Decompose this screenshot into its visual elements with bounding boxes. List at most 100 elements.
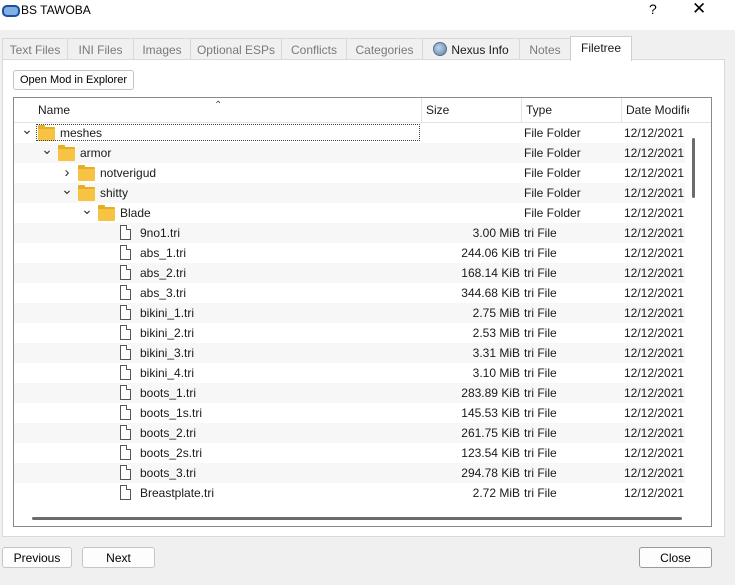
item-name: bikini_1.tri <box>140 306 195 320</box>
selection-focus-rect <box>36 124 420 141</box>
previous-button[interactable]: Previous <box>2 547 72 568</box>
tree-row-file[interactable]: boots_3.tri 294.78 KiB tri File 12/12/2021 <box>14 463 685 483</box>
item-name: notverigud <box>100 166 157 180</box>
type-cell: tri File <box>524 246 557 260</box>
column-header-size[interactable]: Size <box>422 98 522 122</box>
tab-label: Notes <box>529 43 561 57</box>
tree-row-file[interactable]: boots_2s.tri 123.54 KiB tri File 12/12/2021 <box>14 443 685 463</box>
chevron-right-icon[interactable]: › <box>60 163 74 183</box>
tab-filetree[interactable]: Filetree <box>570 36 632 61</box>
tree-row-file[interactable]: boots_1.tri 283.89 KiB tri File 12/12/2021 <box>14 383 685 403</box>
window-close-button[interactable]: ✕ <box>692 0 706 19</box>
filetree-panel: Open Mod in Explorer Name ⌃ Size Type Da… <box>2 59 725 537</box>
tab-label: Optional ESPs <box>196 43 276 57</box>
item-name: boots_1s.tri <box>140 406 203 420</box>
item-name: boots_2s.tri <box>140 446 203 460</box>
tree-row-file[interactable]: abs_3.tri 344.68 KiB tri File 12/12/2021 <box>14 283 685 303</box>
tab-ini-files[interactable]: INI Files <box>67 38 134 60</box>
date-cell: 12/12/2021 <box>624 426 685 440</box>
size-cell <box>422 143 520 163</box>
tree-row-file[interactable]: Breastplate.tri 2.72 MiB tri File 12/12/202… <box>14 483 685 503</box>
column-header-type[interactable]: Type <box>522 98 622 122</box>
chevron-down-icon[interactable]: ⌄ <box>80 203 94 219</box>
date-cell: 12/12/2021 <box>624 226 685 240</box>
file-icon <box>120 345 131 360</box>
size-cell <box>422 123 520 143</box>
window-title: BS TAWOBA <box>21 3 91 17</box>
name-cell: boots_1.tri <box>14 383 420 403</box>
tab-optional-esps[interactable]: Optional ESPs <box>190 38 282 60</box>
type-cell: tri File <box>524 286 557 300</box>
size-cell: 294.78 KiB <box>461 466 520 480</box>
tree-row-file[interactable]: abs_2.tri 168.14 KiB tri File 12/12/2021 <box>14 263 685 283</box>
item-name: Blade <box>120 206 151 220</box>
date-cell: 12/12/2021 <box>624 486 685 500</box>
size-cell: 123.54 KiB <box>461 446 520 460</box>
type-cell: tri File <box>524 366 557 380</box>
help-button[interactable]: ? <box>649 1 657 17</box>
tab-images[interactable]: Images <box>133 38 191 60</box>
tab-nexus-info[interactable]: Nexus Info <box>422 38 520 60</box>
folder-icon <box>98 205 115 221</box>
tab-label: INI Files <box>78 43 123 57</box>
size-cell: 244.06 KiB <box>461 246 520 260</box>
item-name: boots_2.tri <box>140 426 197 440</box>
item-name: abs_2.tri <box>140 266 187 280</box>
date-cell: 12/12/2021 <box>624 406 685 420</box>
horizontal-scrollbar[interactable] <box>14 511 711 526</box>
globe-icon <box>433 42 448 56</box>
date-cell: 12/12/2021 <box>624 366 685 380</box>
tab-notes[interactable]: Notes <box>519 38 571 60</box>
tree-row-file[interactable]: bikini_4.tri 3.10 MiB tri File 12/12/2021 <box>14 363 685 383</box>
item-name: shitty <box>100 186 129 200</box>
tab-categories[interactable]: Categories <box>346 38 423 60</box>
name-cell: bikini_4.tri <box>14 363 420 383</box>
column-date-label: Date Modified <box>626 103 689 117</box>
item-name: bikini_4.tri <box>140 366 195 380</box>
tree-row-file[interactable]: abs_1.tri 244.06 KiB tri File 12/12/2021 <box>14 243 685 263</box>
type-cell: tri File <box>524 306 557 320</box>
tree-row-file[interactable]: 9no1.tri 3.00 MiB tri File 12/12/2021 <box>14 223 685 243</box>
item-name: abs_1.tri <box>140 246 187 260</box>
tab-label: Filetree <box>580 41 621 55</box>
tree-row-file[interactable]: bikini_2.tri 2.53 MiB tri File 12/12/2021 <box>14 323 685 343</box>
tree-row-folder[interactable]: ⌄ meshes File Folder 12/12/2021 <box>14 123 685 143</box>
tab-text-files[interactable]: Text Files <box>2 38 68 60</box>
next-button[interactable]: Next <box>82 547 155 568</box>
tree-row-folder[interactable]: ⌄ Blade File Folder 12/12/2021 <box>14 203 685 223</box>
tree-row-folder[interactable]: ⌄ armor File Folder 12/12/2021 <box>14 143 685 163</box>
title-bar: BS TAWOBA ? ✕ <box>0 0 735 30</box>
vertical-scrollbar[interactable] <box>689 123 709 508</box>
column-header-date[interactable]: Date Modified <box>622 98 689 122</box>
name-cell: Breastplate.tri <box>14 483 420 503</box>
size-cell <box>422 203 520 223</box>
chevron-down-icon[interactable]: ⌄ <box>20 123 34 139</box>
tab-conflicts[interactable]: Conflicts <box>281 38 347 60</box>
vertical-scroll-thumb[interactable] <box>692 138 695 198</box>
column-header-name[interactable]: Name ⌃ <box>14 98 422 122</box>
type-cell: tri File <box>524 486 557 500</box>
size-cell: 3.31 MiB <box>472 346 520 360</box>
file-icon <box>120 265 131 280</box>
file-icon <box>120 285 131 300</box>
app-icon <box>2 5 20 17</box>
name-cell: boots_2.tri <box>14 423 420 443</box>
item-name: bikini_2.tri <box>140 326 195 340</box>
chevron-down-icon[interactable]: ⌄ <box>40 143 54 159</box>
type-cell: File Folder <box>524 146 581 160</box>
tree-row-file[interactable]: boots_2.tri 261.75 KiB tri File 12/12/2021 <box>14 423 685 443</box>
file-icon <box>120 445 131 460</box>
tree-row-file[interactable]: bikini_3.tri 3.31 MiB tri File 12/12/2021 <box>14 343 685 363</box>
tree-row-folder[interactable]: › notverigud File Folder 12/12/2021 <box>14 163 685 183</box>
date-cell: 12/12/2021 <box>624 166 685 180</box>
tab-bar: Text Files INI Files Images Optional ESP… <box>0 36 735 61</box>
tree-row-file[interactable]: boots_1s.tri 145.53 KiB tri File 12/12/2021 <box>14 403 685 423</box>
tree-row-folder[interactable]: ⌄ shitty File Folder 12/12/2021 <box>14 183 685 203</box>
type-cell: tri File <box>524 266 557 280</box>
horizontal-scroll-thumb[interactable] <box>32 517 682 520</box>
open-mod-in-explorer-button[interactable]: Open Mod in Explorer <box>13 70 134 90</box>
chevron-down-icon[interactable]: ⌄ <box>60 183 74 199</box>
tree-row-file[interactable]: bikini_1.tri 2.75 MiB tri File 12/12/2021 <box>14 303 685 323</box>
close-button[interactable]: Close <box>639 547 712 568</box>
item-name: Breastplate.tri <box>140 486 215 500</box>
